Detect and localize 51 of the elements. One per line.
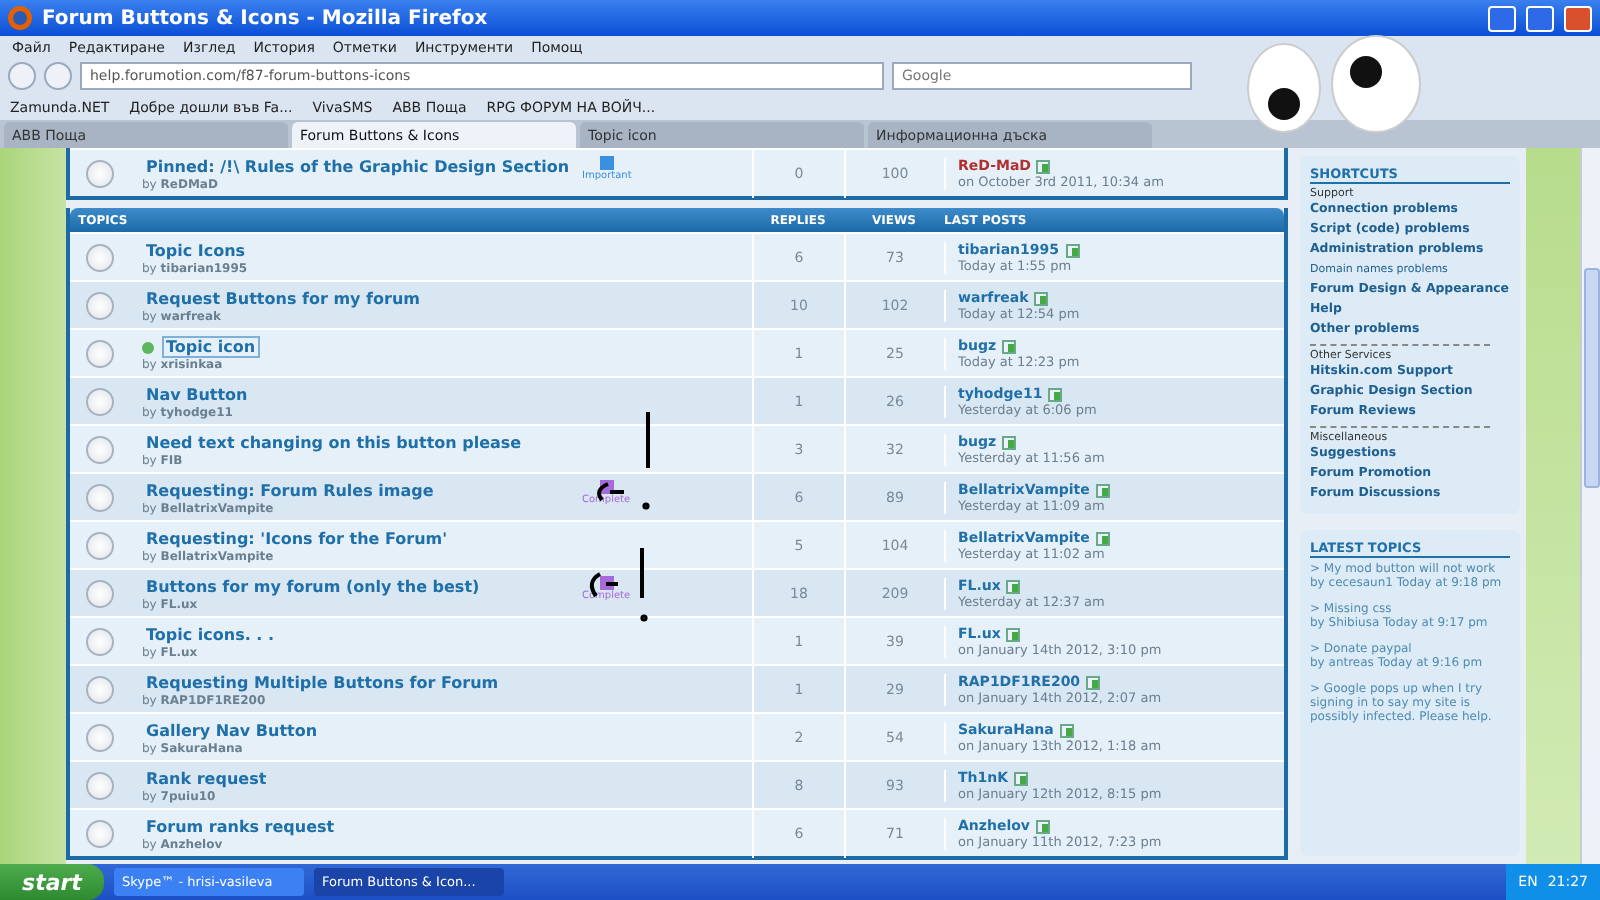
back-button[interactable] (8, 62, 36, 90)
post-icon[interactable] (1095, 483, 1110, 497)
topic-title-link[interactable]: Rank request (142, 768, 271, 790)
topic-status-icon (86, 532, 114, 560)
topic-title-link[interactable]: Topic icon (162, 336, 260, 358)
maximize-button[interactable] (1526, 5, 1554, 31)
topic-status-icon (86, 160, 114, 188)
topic-title-link[interactable]: Requesting Multiple Buttons for Forum (142, 672, 503, 694)
topic-status-icon (86, 580, 114, 608)
topic-title-link[interactable]: Need text changing on this button please (142, 432, 526, 454)
start-button[interactable]: start (0, 864, 104, 900)
post-icon[interactable] (1034, 291, 1049, 305)
post-icon[interactable] (1086, 675, 1101, 689)
post-icon[interactable] (1035, 819, 1050, 833)
post-icon[interactable] (1036, 159, 1051, 173)
forward-button[interactable] (44, 62, 72, 90)
post-icon[interactable] (1002, 435, 1017, 449)
post-icon[interactable] (1014, 771, 1029, 785)
minimize-button[interactable] (1488, 5, 1516, 31)
topic-status-icon (86, 292, 114, 320)
topic-title-link[interactable]: Requesting: 'Icons for the Forum' (142, 528, 452, 550)
topic-status-icon (86, 388, 114, 416)
topic-status-icon (86, 340, 114, 368)
topic-status-icon (86, 244, 114, 272)
post-icon[interactable] (1006, 579, 1021, 593)
topic-status-icon (86, 676, 114, 704)
post-icon[interactable] (1095, 531, 1110, 545)
topic-title-link[interactable]: Topic Icons (142, 240, 250, 262)
topic-title-link[interactable]: Requesting: Forum Rules image (142, 480, 438, 502)
browser-logo-icon (8, 6, 32, 30)
topic-status-icon (86, 436, 114, 464)
topic-status-icon (86, 724, 114, 752)
topic-title-link[interactable]: Buttons for my forum (only the best) (142, 576, 484, 598)
topic-status-icon (86, 772, 114, 800)
topic-status-icon (86, 820, 114, 848)
scrollbar-thumb[interactable] (1583, 268, 1599, 488)
post-icon[interactable] (1006, 627, 1021, 641)
topic-title-link[interactable]: Forum ranks request (142, 816, 339, 838)
post-icon[interactable] (1002, 339, 1017, 353)
topic-title-link[interactable]: Request Buttons for my forum (142, 288, 424, 310)
topic-status-icon (86, 628, 114, 656)
window-title: Forum Buttons & Icons - Mozilla Firefox (42, 7, 490, 29)
topic-title-link[interactable]: Topic icons. . . (142, 624, 279, 646)
topic-title-link[interactable]: Pinned: /!\ Rules of the Graphic Design Section (142, 156, 574, 178)
post-icon[interactable] (1048, 387, 1063, 401)
post-icon[interactable] (1059, 723, 1074, 737)
topic-status-icon (86, 484, 114, 512)
topic-title-link[interactable]: Nav Button (142, 384, 252, 406)
close-button[interactable] (1564, 5, 1592, 31)
topic-title-link[interactable]: Gallery Nav Button (142, 720, 322, 742)
post-icon[interactable] (1065, 243, 1080, 257)
